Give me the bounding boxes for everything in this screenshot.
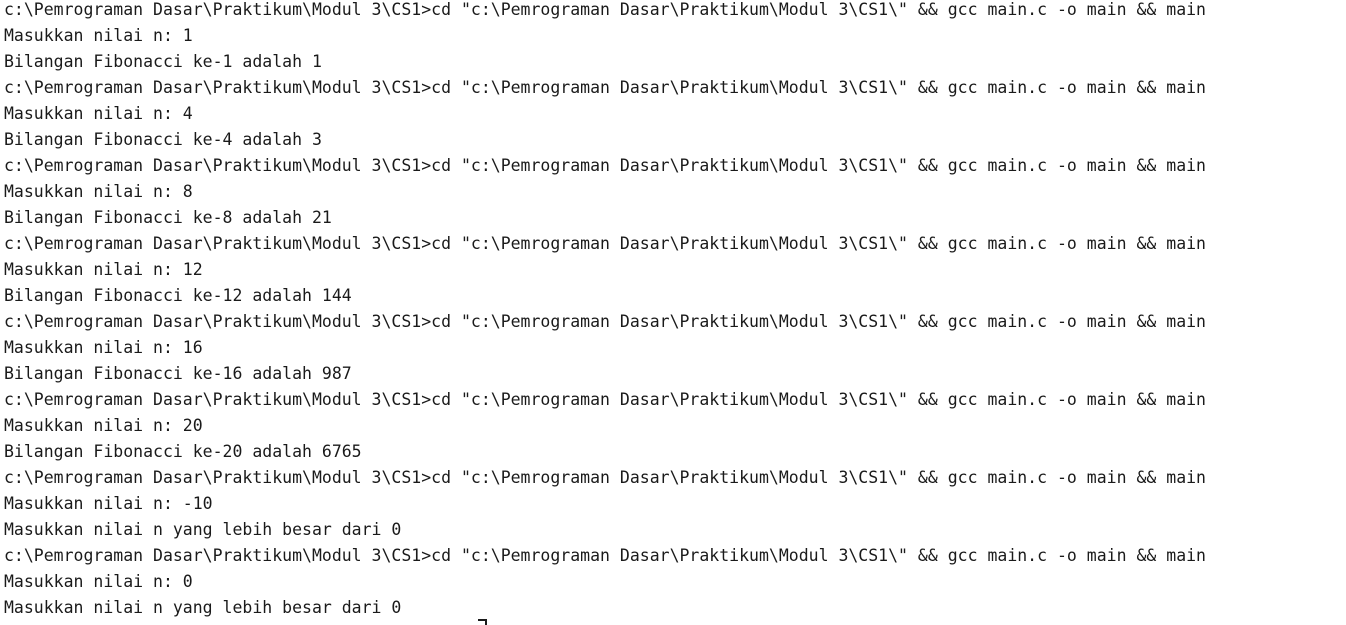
terminal-line-command: c:\Pemrograman Dasar\Praktikum\Modul 3\C… <box>4 78 1206 97</box>
terminal-line-error: Masukkan nilai n yang lebih besar dari 0 <box>4 598 402 617</box>
terminal-line-result: Bilangan Fibonacci ke-8 adalah 21 <box>4 208 332 227</box>
terminal-line-result: Bilangan Fibonacci ke-1 adalah 1 <box>4 52 322 71</box>
terminal-line-result: Bilangan Fibonacci ke-12 adalah 144 <box>4 286 352 305</box>
terminal-line-command: c:\Pemrograman Dasar\Praktikum\Modul 3\C… <box>4 156 1206 175</box>
terminal-line-input-prompt: Masukkan nilai n: 12 <box>4 260 203 279</box>
terminal-line-command: c:\Pemrograman Dasar\Praktikum\Modul 3\C… <box>4 390 1206 409</box>
terminal-output[interactable]: c:\Pemrograman Dasar\Praktikum\Modul 3\C… <box>0 0 1346 625</box>
terminal-line-input-prompt: Masukkan nilai n: 16 <box>4 338 203 357</box>
terminal-line-result: Bilangan Fibonacci ke-16 adalah 987 <box>4 364 352 383</box>
terminal-line-command: c:\Pemrograman Dasar\Praktikum\Modul 3\C… <box>4 0 1206 19</box>
terminal-line-result: Bilangan Fibonacci ke-4 adalah 3 <box>4 130 322 149</box>
terminal-line-command: c:\Pemrograman Dasar\Praktikum\Modul 3\C… <box>4 468 1206 487</box>
terminal-line-command: c:\Pemrograman Dasar\Praktikum\Modul 3\C… <box>4 546 1206 565</box>
terminal-line-command: c:\Pemrograman Dasar\Praktikum\Modul 3\C… <box>4 312 1206 331</box>
text-cursor-icon <box>478 619 487 625</box>
terminal-line-input-prompt: Masukkan nilai n: 1 <box>4 26 193 45</box>
terminal-line-input-prompt: Masukkan nilai n: -10 <box>4 494 213 513</box>
terminal-line-result: Bilangan Fibonacci ke-20 adalah 6765 <box>4 442 362 461</box>
terminal-line-input-prompt: Masukkan nilai n: 0 <box>4 572 193 591</box>
terminal-line-input-prompt: Masukkan nilai n: 20 <box>4 416 203 435</box>
terminal-line-command: c:\Pemrograman Dasar\Praktikum\Modul 3\C… <box>4 234 1206 253</box>
terminal-line-input-prompt: Masukkan nilai n: 4 <box>4 104 193 123</box>
terminal-line-input-prompt: Masukkan nilai n: 8 <box>4 182 193 201</box>
terminal-line-error: Masukkan nilai n yang lebih besar dari 0 <box>4 520 402 539</box>
